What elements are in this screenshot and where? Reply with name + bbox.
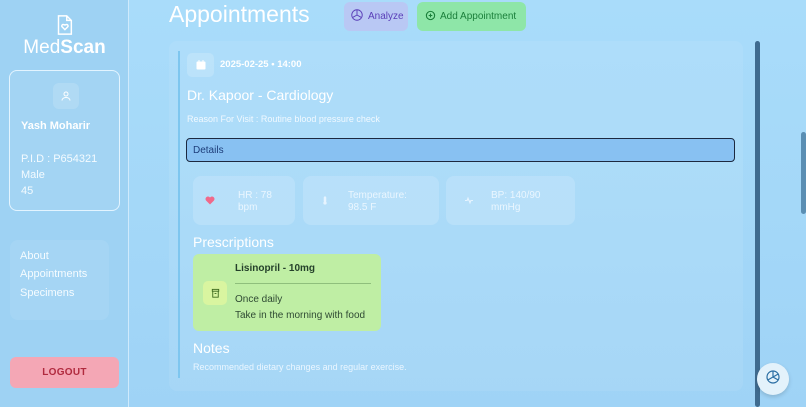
sidebar-item-appointments[interactable]: Appointments	[20, 268, 87, 280]
analyze-label: Analyze	[368, 11, 404, 22]
vital-card-temperature: Temperature: 98.5 F	[303, 176, 439, 225]
add-appointment-label: Add Appointment	[440, 11, 517, 22]
panel-scrollbar[interactable]	[755, 41, 760, 407]
page-title: Appointments	[169, 1, 310, 27]
vital-value: bpm	[238, 202, 258, 213]
patient-card: Yash Moharir P.I.D : P654321 Male 45	[9, 70, 120, 211]
patient-name: Yash Moharir	[21, 120, 91, 132]
user-icon	[53, 83, 79, 109]
document-heart-icon	[53, 14, 75, 36]
prescription-name: Lisinopril - 10mg	[235, 263, 316, 274]
app-logo: MedScan	[23, 37, 106, 58]
sidebar-item-about[interactable]: About	[20, 250, 49, 262]
prescription-instructions: Take in the morning with food	[235, 310, 366, 321]
patient-age: 45	[21, 185, 34, 197]
sidebar: MedScan Yash Moharir P.I.D : P654321 Mal…	[0, 0, 129, 407]
notes-text: Recommended dietary changes and regular …	[193, 362, 407, 372]
chat-assistant-button[interactable]	[757, 363, 789, 395]
vital-card-bp: BP: 140/90 mmHg	[446, 176, 575, 225]
patient-gender: Male	[21, 169, 45, 181]
prescription-frequency: Once daily	[235, 294, 283, 305]
pill-bottle-icon	[203, 281, 227, 305]
vital-label: BP: 140/90	[491, 190, 541, 201]
notes-heading: Notes	[193, 340, 230, 356]
prescription-card: Lisinopril - 10mg Once daily Take in the…	[193, 254, 381, 331]
divider	[235, 283, 371, 284]
vital-label: Temperature:	[348, 190, 407, 201]
blood-pressure-icon	[462, 193, 476, 207]
analyze-button[interactable]: Analyze	[344, 2, 408, 31]
vital-label: HR : 78	[238, 190, 272, 201]
calendar-icon	[187, 53, 214, 77]
openai-icon	[350, 8, 364, 25]
appointment-datetime: 2025-02-25 • 14:00	[220, 59, 302, 70]
accent-bar	[178, 51, 180, 378]
plus-circle-icon	[425, 10, 436, 24]
visit-reason: Reason For Visit : Routine blood pressur…	[187, 114, 380, 124]
logout-button[interactable]: LOGOUT	[10, 357, 119, 388]
openai-icon	[764, 368, 782, 391]
add-appointment-button[interactable]: Add Appointment	[417, 2, 526, 31]
sidebar-item-specimens[interactable]: Specimens	[20, 287, 74, 299]
doctor-name: Dr. Kapoor - Cardiology	[187, 87, 334, 103]
heart-icon	[203, 193, 217, 207]
details-toggle[interactable]: Details	[186, 138, 735, 162]
patient-id: P.I.D : P654321	[21, 153, 98, 165]
page-scrollbar[interactable]	[801, 132, 806, 214]
vital-value: 98.5 F	[348, 202, 377, 213]
prescriptions-heading: Prescriptions	[193, 234, 274, 250]
sidebar-nav: About Appointments Specimens	[10, 240, 109, 320]
vital-card-hr: HR : 78 bpm	[193, 176, 295, 225]
vital-value: mmHg	[491, 202, 521, 213]
thermometer-icon	[318, 193, 332, 207]
